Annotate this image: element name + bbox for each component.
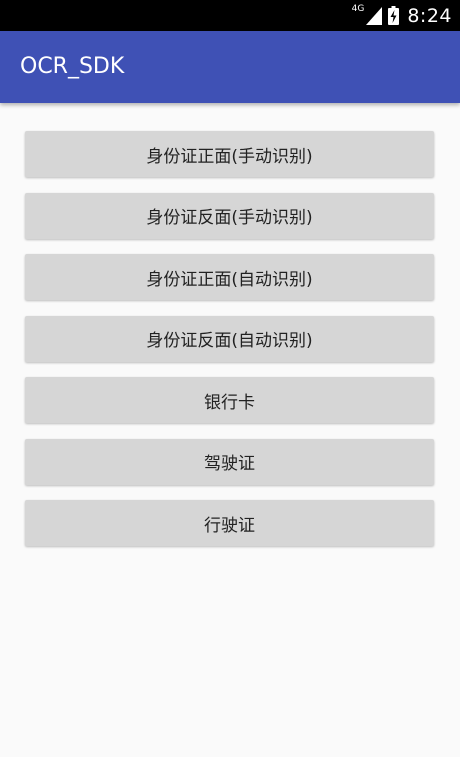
- app-title: OCR_SDK: [20, 54, 125, 79]
- status-bar: 4G 8:24: [0, 0, 460, 31]
- button-label: 身份证反面(自动识别): [146, 331, 313, 351]
- id-card-front-auto-button[interactable]: 身份证正面(自动识别): [25, 254, 434, 300]
- button-label: 身份证正面(手动识别): [146, 146, 313, 167]
- id-card-front-manual-button[interactable]: 身份证正面(手动识别): [25, 131, 434, 177]
- bank-card-button[interactable]: 银行卡: [25, 377, 434, 423]
- button-label: 驾驶证: [204, 454, 255, 474]
- network-type-label: 4G: [351, 4, 365, 14]
- app-bar: OCR_SDK: [0, 31, 460, 103]
- vehicle-license-button[interactable]: 行驶证: [25, 500, 434, 546]
- driver-license-button[interactable]: 驾驶证: [25, 438, 434, 485]
- status-clock: 8:24: [407, 4, 452, 27]
- status-icons: 4G 8:24: [352, 0, 452, 31]
- button-list: 身份证正面(手动识别) 身份证反面(手动识别) 身份证正面(自动识别) 身份证反…: [25, 131, 434, 562]
- button-label: 银行卡: [204, 392, 255, 413]
- id-card-back-auto-button[interactable]: 身份证反面(自动识别): [25, 315, 434, 362]
- button-label: 行驶证: [204, 515, 255, 536]
- button-label: 身份证正面(自动识别): [146, 269, 313, 290]
- id-card-back-manual-button[interactable]: 身份证反面(手动识别): [25, 192, 434, 239]
- battery-charging-icon: [388, 6, 400, 25]
- cellular-signal-icon: [366, 6, 383, 25]
- button-label: 身份证反面(手动识别): [146, 208, 313, 228]
